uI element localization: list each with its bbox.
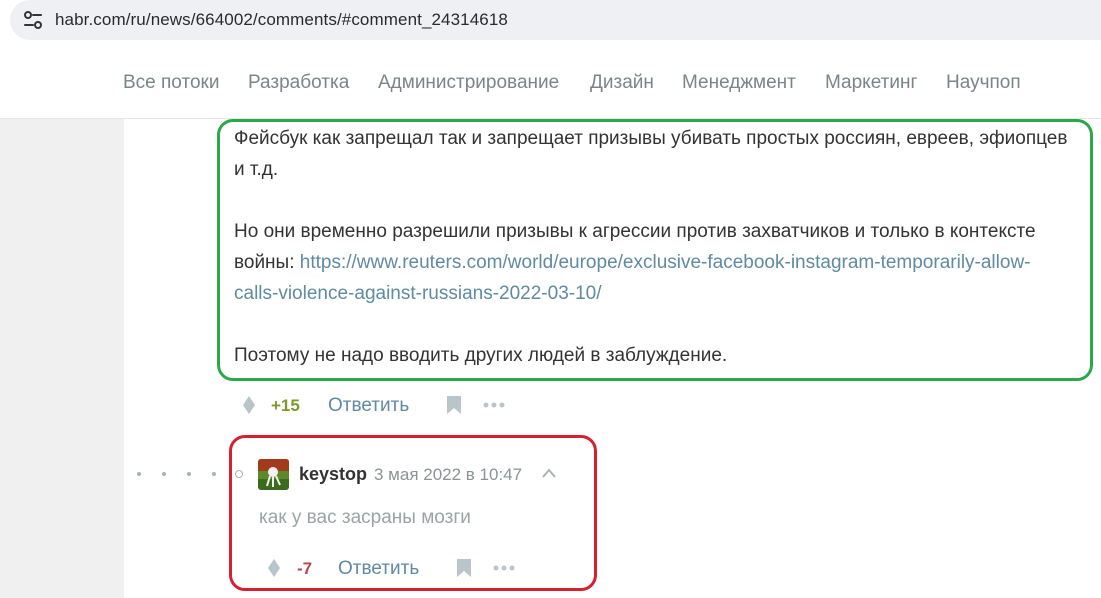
url-field[interactable]: habr.com/ru/news/664002/comments/#commen… (10, 0, 1101, 40)
nav-item-development[interactable]: Разработка (248, 72, 349, 94)
nav-item-design[interactable]: Дизайн (590, 72, 654, 94)
comment-body: как у вас засраны мозги (259, 507, 471, 528)
nav-item-management[interactable]: Менеджмент (682, 72, 796, 94)
more-options-icon[interactable] (483, 402, 505, 408)
nav-item-popsci[interactable]: Научпоп (946, 72, 1021, 94)
bookmark-icon[interactable] (456, 558, 472, 578)
nav-item-marketing[interactable]: Маркетинг (825, 72, 917, 94)
nav-item-administration[interactable]: Администрирование (378, 72, 559, 94)
comment-body: Фейсбук как запрещал так и запрещает при… (234, 123, 1074, 371)
tune-icon[interactable] (22, 9, 44, 31)
reply-button[interactable]: Ответить (328, 395, 409, 417)
nav-item-all-flows[interactable]: Все потоки (123, 72, 219, 94)
thread-node (235, 470, 243, 478)
more-options-icon[interactable] (493, 565, 515, 571)
url-text[interactable]: habr.com/ru/news/664002/comments/#commen… (55, 10, 508, 30)
thread-dot (137, 472, 141, 476)
comment-paragraph: Фейсбук как запрещал так и запрещает при… (234, 128, 1068, 180)
thread-dot (187, 472, 191, 476)
comment-score: -7 (297, 559, 313, 578)
site-navigation: Все потоки Разработка Администрирование … (0, 48, 1101, 119)
thread-dot (212, 472, 216, 476)
browser-address-bar: habr.com/ru/news/664002/comments/#commen… (0, 0, 1101, 40)
vote-icon[interactable] (242, 395, 256, 415)
reply-button[interactable]: Ответить (338, 558, 419, 580)
thread-dot (162, 472, 166, 476)
comment-paragraph: Поэтому не надо вводить других людей в з… (234, 345, 728, 366)
comment-paragraph: Но они временно разрешили призывы к агре… (234, 216, 1074, 309)
vote-icon[interactable] (267, 558, 281, 578)
comment-author[interactable]: keystop (299, 464, 367, 485)
chevron-up-icon[interactable] (541, 467, 557, 479)
comment-score: +15 (271, 396, 300, 415)
avatar[interactable] (258, 459, 289, 490)
comment-timestamp[interactable]: 3 мая 2022 в 10:47 (374, 465, 522, 485)
left-gutter (0, 119, 124, 598)
bookmark-icon[interactable] (446, 395, 462, 415)
reuters-link[interactable]: https://www.reuters.com/world/europe/exc… (234, 252, 1031, 304)
